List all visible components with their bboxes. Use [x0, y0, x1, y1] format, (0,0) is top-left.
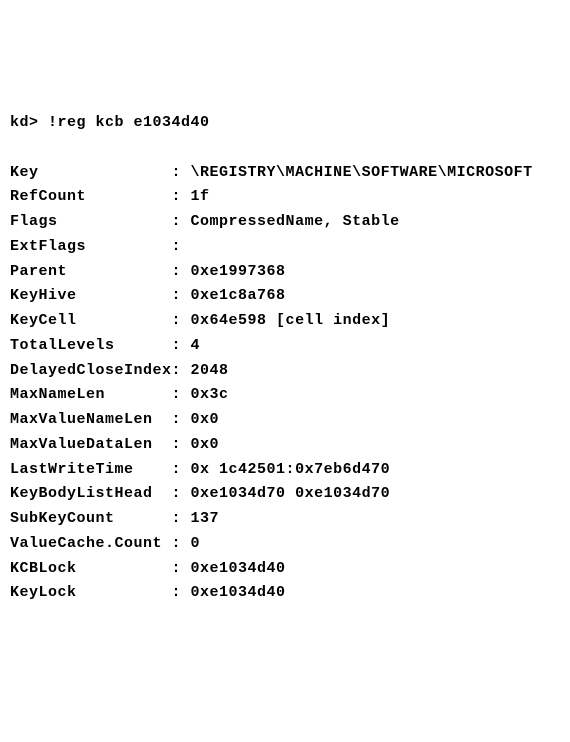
debugger-output: kd> !reg kcb e1034d40 Key : \REGISTRY\MA… — [10, 111, 560, 606]
row-value: 0xe1034d40 — [191, 560, 286, 577]
row-label: DelayedCloseIndex — [10, 362, 172, 379]
row-label: KeyLock — [10, 584, 172, 601]
row-value: 0x64e598 [cell index] — [191, 312, 391, 329]
row-value: 0x 1c42501:0x7eb6d470 — [191, 461, 391, 478]
row-value: 4 — [191, 337, 201, 354]
row-value: 0x3c — [191, 386, 229, 403]
row-label: Flags — [10, 213, 172, 230]
row-label: KeyHive — [10, 287, 172, 304]
row-label: RefCount — [10, 188, 172, 205]
row-value: 0 — [191, 535, 201, 552]
row-label: LastWriteTime — [10, 461, 172, 478]
row-label: MaxValueNameLen — [10, 411, 172, 428]
row-value: 0xe1034d70 0xe1034d70 — [191, 485, 391, 502]
row-value: 0x0 — [191, 411, 220, 428]
row-value: 0xe1034d40 — [191, 584, 286, 601]
row-value: 0x0 — [191, 436, 220, 453]
prompt-line: kd> !reg kcb e1034d40 — [10, 114, 210, 131]
row-value: 2048 — [191, 362, 229, 379]
row-value: CompressedName, Stable — [191, 213, 400, 230]
row-label: TotalLevels — [10, 337, 172, 354]
row-value: 0xe1997368 — [191, 263, 286, 280]
row-label: MaxValueDataLen — [10, 436, 172, 453]
row-label: Key — [10, 164, 172, 181]
row-value: 1f — [191, 188, 210, 205]
row-label: ValueCache.Count — [10, 535, 172, 552]
row-label: MaxNameLen — [10, 386, 172, 403]
row-value: 0xe1c8a768 — [191, 287, 286, 304]
row-label: KeyCell — [10, 312, 172, 329]
row-value: \REGISTRY\MACHINE\SOFTWARE\MICROSOFT — [191, 164, 533, 181]
row-label: KCBLock — [10, 560, 172, 577]
row-label: ExtFlags — [10, 238, 172, 255]
row-label: KeyBodyListHead — [10, 485, 172, 502]
rows-container: Key : \REGISTRY\MACHINE\SOFTWARE\MICROSO… — [10, 161, 560, 607]
row-label: Parent — [10, 263, 172, 280]
